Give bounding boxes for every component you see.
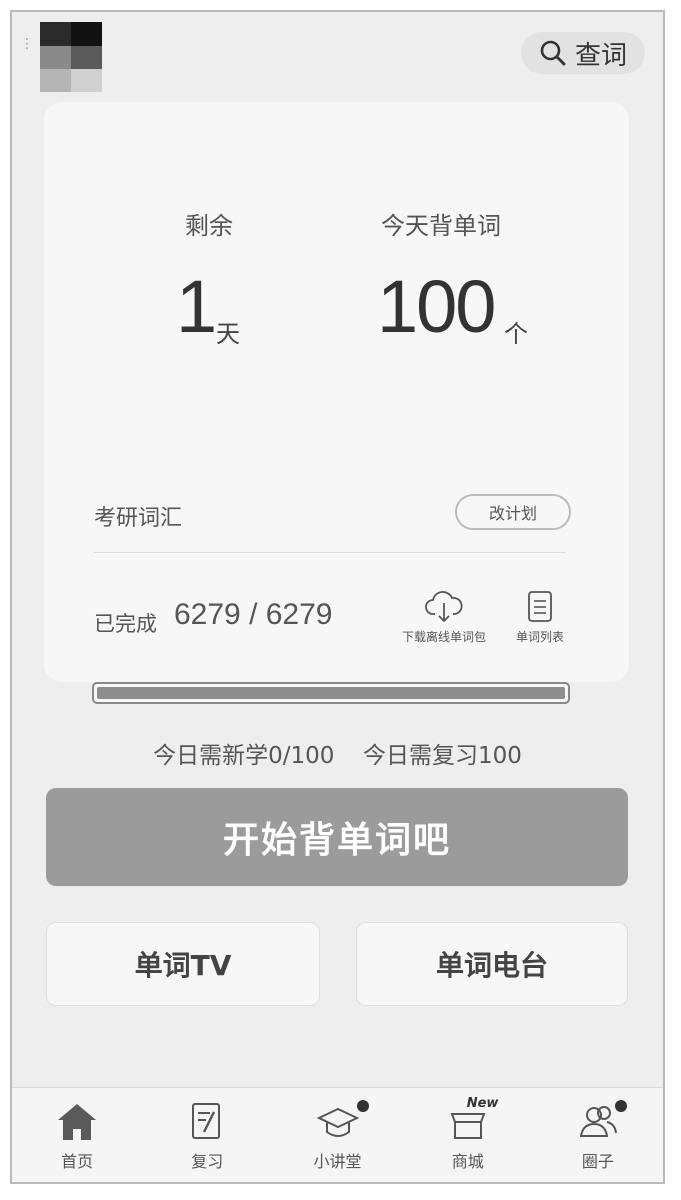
search-button[interactable]: 查词 xyxy=(521,32,645,74)
remaining-unit: 天 xyxy=(216,320,240,348)
today-summary: 今日需新学0/100 今日需复习100 xyxy=(12,736,663,770)
word-list-label: 单词列表 xyxy=(516,630,565,644)
vocab-book-name: 考研词汇 xyxy=(94,506,183,531)
word-list-button[interactable]: 单词列表 xyxy=(516,590,564,645)
tab-circle[interactable]: 圈子 xyxy=(533,1088,663,1182)
home-icon xyxy=(58,1104,97,1140)
search-icon xyxy=(540,40,566,66)
remaining-days: 1 xyxy=(176,265,217,348)
today-review-text: 今日需复习100 xyxy=(363,743,522,769)
plan-card: 剩余 1 天 今天背单词 100 个 考研词汇 改计划 已完成 6279 / 6… xyxy=(44,102,629,704)
notification-dot xyxy=(356,1100,369,1112)
drag-handle[interactable]: ⋮ xyxy=(20,37,34,51)
tab-label: 小讲堂 xyxy=(313,1152,362,1171)
word-radio-button[interactable]: 单词电台 xyxy=(356,922,628,1006)
bottom-tab-bar: 首页 复习 小讲堂 New 商城 圈子 xyxy=(12,1087,663,1182)
people-icon xyxy=(579,1106,617,1137)
start-learning-button[interactable]: 开始背单词吧 xyxy=(46,788,628,886)
tab-label: 首页 xyxy=(61,1152,94,1171)
search-label: 查词 xyxy=(574,40,627,71)
tab-review[interactable]: 复习 xyxy=(142,1088,272,1182)
change-plan-button[interactable]: 改计划 xyxy=(455,494,571,530)
cloud-download-icon xyxy=(425,591,463,623)
divider xyxy=(94,552,566,553)
today-words-count: 100 xyxy=(377,265,496,348)
graduation-cap-icon xyxy=(316,1107,359,1137)
tab-home[interactable]: 首页 xyxy=(12,1088,142,1182)
completed-label: 已完成 xyxy=(94,612,157,636)
app-screen: ⋮ 查词 剩余 1 天 今天背单词 100 个 考研词汇 改计划 已完成 627… xyxy=(10,10,665,1184)
new-tag: New xyxy=(466,1096,499,1111)
progress-bar xyxy=(92,682,570,704)
progress-fill xyxy=(97,687,565,699)
remaining-label: 剩余 xyxy=(185,212,233,240)
completed-count: 6279 / 6279 xyxy=(174,598,333,631)
download-offline-label: 下载离线单词包 xyxy=(402,630,487,644)
notification-dot xyxy=(614,1100,627,1112)
tab-lecture[interactable]: 小讲堂 xyxy=(272,1088,402,1182)
tab-label: 复习 xyxy=(191,1152,224,1171)
avatar[interactable] xyxy=(40,22,102,92)
tab-shop[interactable]: New 商城 xyxy=(403,1088,533,1182)
today-words-label: 今天背单词 xyxy=(381,212,501,240)
word-tv-button[interactable]: 单词TV xyxy=(46,922,320,1006)
download-offline-button[interactable]: 下载离线单词包 xyxy=(402,590,486,645)
today-words-unit: 个 xyxy=(504,320,528,348)
list-icon xyxy=(528,591,552,622)
tab-label: 商城 xyxy=(451,1152,484,1171)
review-icon xyxy=(192,1103,221,1139)
today-new-text: 今日需新学0/100 xyxy=(153,743,335,769)
tab-label: 圈子 xyxy=(581,1152,614,1171)
